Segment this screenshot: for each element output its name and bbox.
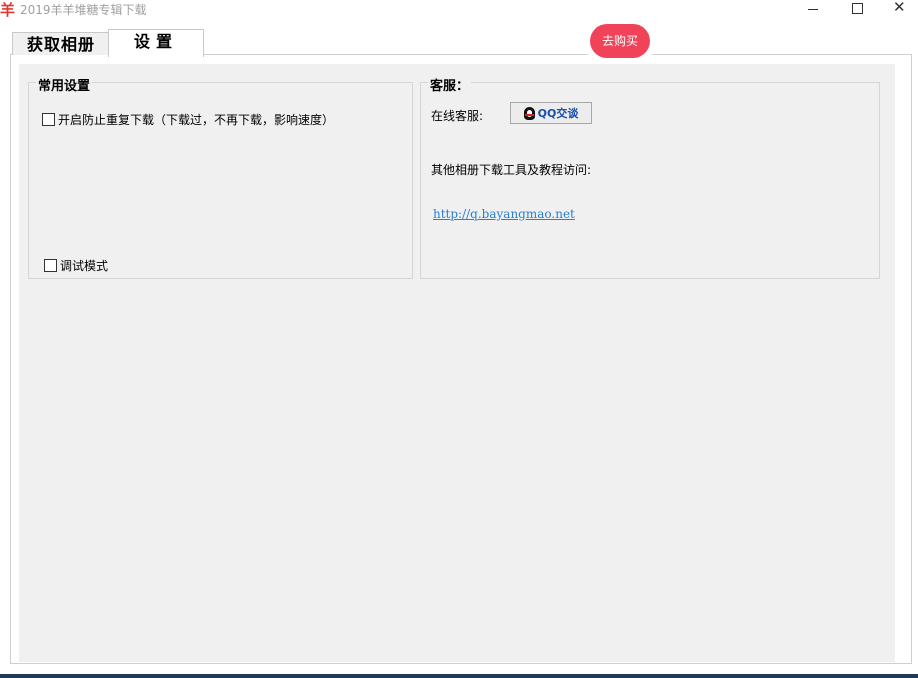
prevent-duplicate-option[interactable]: 开启防止重复下载（下载过，不再下载，影响速度） xyxy=(42,111,334,128)
tab-settings[interactable]: 设置 xyxy=(108,29,204,57)
qq-chat-label: QQ交谈 xyxy=(537,107,579,120)
common-settings-title: 常用设置 xyxy=(36,75,93,94)
maximize-icon xyxy=(852,3,863,14)
close-icon: ✕ xyxy=(893,0,906,16)
minimize-button[interactable] xyxy=(790,0,836,18)
customer-service-group xyxy=(420,82,880,279)
debug-mode-label: 调试模式 xyxy=(60,259,109,273)
title-bar: 羊 2019羊羊堆糖专辑下载 ✕ xyxy=(0,0,918,22)
buy-button[interactable]: 去购买 xyxy=(590,24,650,58)
online-service-label: 在线客服: xyxy=(431,109,484,123)
other-tools-label: 其他相册下载工具及教程访问: xyxy=(431,163,592,177)
close-button[interactable]: ✕ xyxy=(878,0,918,18)
tab-get-albums[interactable]: 获取相册 xyxy=(12,32,110,55)
prevent-duplicate-checkbox[interactable] xyxy=(42,113,55,126)
website-link[interactable]: http://q.bayangmao.net xyxy=(433,207,575,221)
customer-service-title: 客服： xyxy=(428,75,472,94)
taskbar-edge xyxy=(0,674,918,678)
window-title: 2019羊羊堆糖专辑下载 xyxy=(20,3,147,17)
debug-mode-checkbox[interactable] xyxy=(44,259,57,272)
app-logo-icon: 羊 xyxy=(0,1,16,19)
maximize-button[interactable] xyxy=(834,0,880,18)
minimize-icon xyxy=(808,9,818,10)
qq-penguin-icon xyxy=(523,106,535,120)
debug-mode-option[interactable]: 调试模式 xyxy=(44,257,108,274)
qq-chat-button[interactable]: QQ交谈 xyxy=(510,102,592,124)
prevent-duplicate-label: 开启防止重复下载（下载过，不再下载，影响速度） xyxy=(58,113,335,127)
